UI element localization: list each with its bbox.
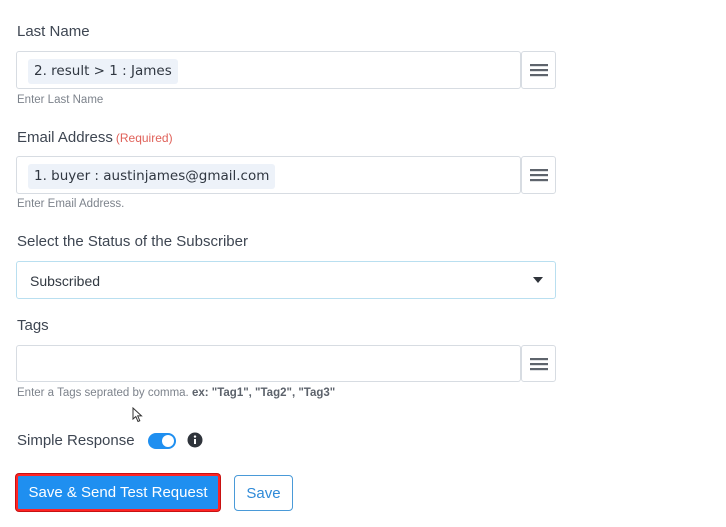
- last-name-menu-button[interactable]: [521, 51, 556, 89]
- menu-icon: [529, 169, 548, 182]
- save-send-test-button[interactable]: Save & Send Test Request: [16, 474, 220, 511]
- status-selected-value: Subscribed: [30, 273, 101, 289]
- tags-hint-example: ex: "Tag1", "Tag2", "Tag3": [191, 387, 336, 399]
- last-name-label: Last Name: [17, 23, 90, 40]
- last-name-hint: Enter Last Name: [17, 94, 104, 106]
- email-label-text: Email Address: [17, 129, 113, 146]
- tags-hint-text: Enter a Tags seprated by comma.: [17, 387, 189, 399]
- email-field[interactable]: 1. buyer : austinjames@gmail.com: [16, 156, 521, 194]
- email-label: Email Address (Required): [17, 129, 173, 146]
- last-name-field[interactable]: 2. result > 1 : James: [16, 51, 521, 89]
- info-icon[interactable]: [187, 432, 203, 448]
- cursor-icon: [132, 407, 143, 423]
- last-name-token[interactable]: 2. result > 1 : James: [28, 59, 178, 84]
- simple-response-label: Simple Response: [17, 432, 135, 449]
- tags-hint: Enter a Tags seprated by comma. ex: "Tag…: [17, 387, 335, 399]
- save-button[interactable]: Save: [234, 475, 293, 511]
- toggle-knob: [162, 435, 174, 447]
- simple-response-toggle[interactable]: [148, 433, 176, 449]
- tags-label: Tags: [17, 317, 49, 334]
- tags-menu-button[interactable]: [521, 345, 556, 382]
- tags-input[interactable]: [16, 345, 521, 382]
- menu-icon: [529, 64, 548, 77]
- status-label: Select the Status of the Subscriber: [17, 233, 248, 250]
- email-menu-button[interactable]: [521, 156, 556, 194]
- email-token[interactable]: 1. buyer : austinjames@gmail.com: [28, 164, 276, 189]
- status-select[interactable]: Subscribed: [16, 261, 556, 299]
- required-marker: (Required): [115, 131, 173, 145]
- caret-down-icon: [533, 277, 543, 283]
- email-hint: Enter Email Address.: [17, 198, 125, 210]
- menu-icon: [529, 357, 548, 370]
